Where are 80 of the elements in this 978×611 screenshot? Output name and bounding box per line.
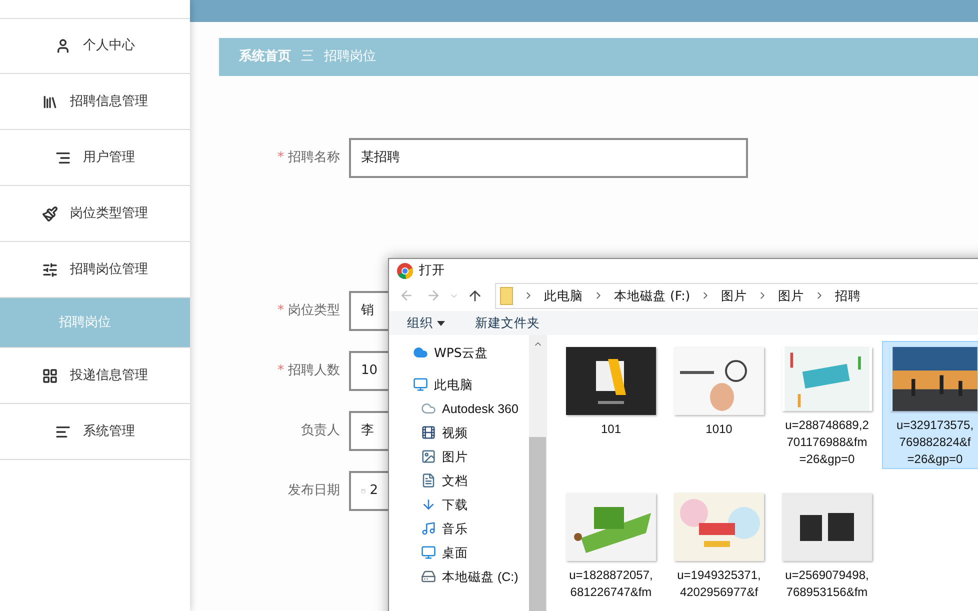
file-name: 701176988&fm — [786, 434, 868, 451]
input-field[interactable]: 销 — [349, 291, 388, 331]
input-field[interactable]: 李 — [349, 411, 388, 451]
breadcrumb-separator: 三 — [301, 48, 314, 66]
caret-icon — [437, 320, 445, 326]
field-label: 负责人 — [301, 422, 340, 440]
field-label: 招聘人数 — [288, 362, 340, 380]
nav-item[interactable]: Autodesk 360 — [389, 396, 529, 421]
file-item[interactable]: u=1828872057, 681226747&fm — [558, 486, 664, 611]
back-icon[interactable] — [399, 288, 414, 304]
field-label: 招聘名称 — [288, 149, 340, 168]
nav-item[interactable]: 下载 — [389, 492, 529, 517]
books-icon — [42, 94, 58, 110]
nav-item[interactable]: 本地磁盘 (C:) — [389, 564, 529, 589]
file-name: 101 — [600, 420, 622, 438]
user-icon — [55, 38, 71, 54]
file-name: u=1828872057, — [569, 566, 653, 584]
nav-item[interactable]: 视频 — [389, 420, 529, 445]
image-icon — [421, 449, 436, 464]
forward-icon[interactable] — [426, 288, 441, 304]
required-mark: * — [278, 362, 284, 380]
download-icon — [421, 497, 436, 512]
dialog-title: 打开 — [419, 261, 445, 280]
monitor-icon — [413, 377, 428, 392]
file-name: =26&gp=0 — [907, 450, 963, 468]
file-name: u=288748689,2 — [785, 416, 869, 434]
folder-icon — [500, 286, 513, 305]
required-mark: * — [278, 149, 284, 168]
path-segment[interactable]: 此电脑 — [544, 286, 583, 306]
nav-item[interactable]: 音乐 — [389, 516, 529, 541]
toolbar-button[interactable]: 新建文件夹 — [475, 314, 540, 333]
nav-item[interactable]: 文档 — [389, 468, 529, 493]
menu-button[interactable]: 组织 — [407, 314, 445, 333]
path-segment[interactable]: 图片 — [721, 286, 748, 306]
file-item[interactable]: 1010 — [666, 340, 772, 469]
cloud-icon — [413, 345, 428, 360]
file-name: u=329173575, — [896, 416, 974, 434]
file-name: 768953156&fm — [786, 584, 868, 601]
path-segment[interactable]: 图片 — [778, 286, 804, 306]
field-label: 发布日期 — [288, 482, 340, 500]
file-item[interactable]: u=1949325371, 4202956977&f — [666, 486, 772, 611]
file-name: u=2569079498, — [785, 566, 869, 584]
file-item[interactable]: u=329173575, 769882824&f =26&gp=0 — [882, 340, 978, 469]
file-name: 769882824&f — [899, 434, 971, 451]
file-item[interactable]: u=2569079498, 768953156&fm — [774, 486, 880, 611]
brush-icon — [42, 206, 58, 222]
browser-logo-icon — [397, 262, 413, 279]
music-note-icon — [421, 521, 436, 536]
sliders-icon — [42, 262, 58, 278]
film-icon — [421, 425, 436, 440]
lines-icon — [55, 150, 71, 166]
scroll-thumb[interactable] — [529, 436, 546, 611]
address-bar[interactable]: 此电脑 本地磁盘 (F:) 图片 图片 招聘 — [495, 282, 978, 309]
grid-icon — [42, 368, 58, 384]
file-item[interactable]: u=288748689,2 701176988&fm =26&gp=0 — [774, 340, 880, 469]
drive-icon — [421, 569, 436, 584]
cloud-icon — [421, 401, 436, 416]
file-name: 681226747&fm — [570, 584, 652, 601]
path-segment[interactable]: 招聘 — [835, 286, 862, 306]
path-segment[interactable]: 本地磁盘 (F:) — [614, 286, 690, 306]
date-field[interactable]: 2 — [349, 471, 388, 511]
file-name: =26&gp=0 — [799, 450, 855, 468]
desktop-icon — [421, 545, 436, 560]
nav-item[interactable]: WPS云盘 — [389, 340, 529, 365]
input-field[interactable]: 某招聘 — [349, 138, 748, 178]
input-field[interactable]: 10 — [349, 351, 388, 391]
required-mark: * — [278, 302, 284, 320]
breadcrumb-current: 招聘岗位 — [324, 48, 376, 66]
nav-item[interactable]: 图片 — [389, 444, 529, 469]
document-icon — [421, 473, 436, 488]
nav-item[interactable]: 桌面 — [389, 540, 529, 565]
file-item[interactable]: 101 — [558, 340, 664, 469]
lines-icon — [55, 424, 71, 440]
file-name: 4202956977&f — [680, 584, 758, 601]
nav-item[interactable]: 此电脑 — [389, 372, 529, 397]
field-label: 岗位类型 — [288, 302, 340, 320]
scrollbar[interactable] — [529, 334, 546, 611]
file-name: 1010 — [706, 420, 732, 438]
up-icon[interactable] — [467, 288, 483, 304]
file-name: u=1949325371, — [677, 566, 761, 584]
